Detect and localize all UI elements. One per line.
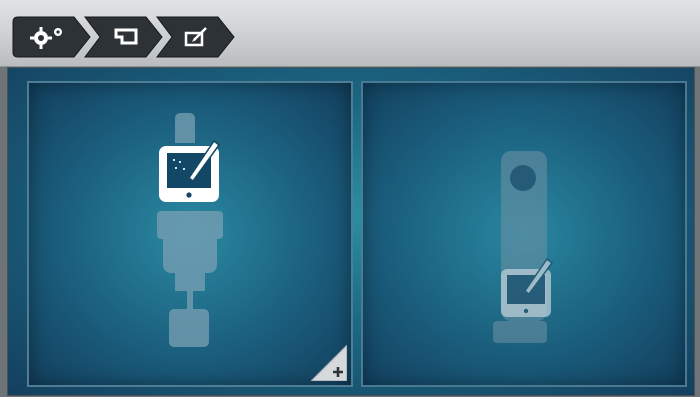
gears-icon (30, 25, 62, 49)
tablet-pen-on-arm-icon (157, 113, 223, 347)
hoop-selection-area (7, 67, 695, 396)
top-bar (0, 0, 700, 67)
presser-foot-icon (114, 25, 138, 49)
breadcrumb-edit[interactable] (156, 16, 236, 58)
edit-icon (184, 25, 208, 49)
breadcrumb-settings[interactable] (12, 16, 92, 58)
option-panel-2[interactable] (361, 81, 687, 387)
add-button[interactable] (309, 343, 348, 382)
option-panel-1[interactable] (27, 81, 353, 387)
breadcrumb-machine[interactable] (84, 16, 164, 58)
breadcrumb (12, 16, 242, 58)
tablet-pen-on-hoop-icon (493, 151, 554, 343)
